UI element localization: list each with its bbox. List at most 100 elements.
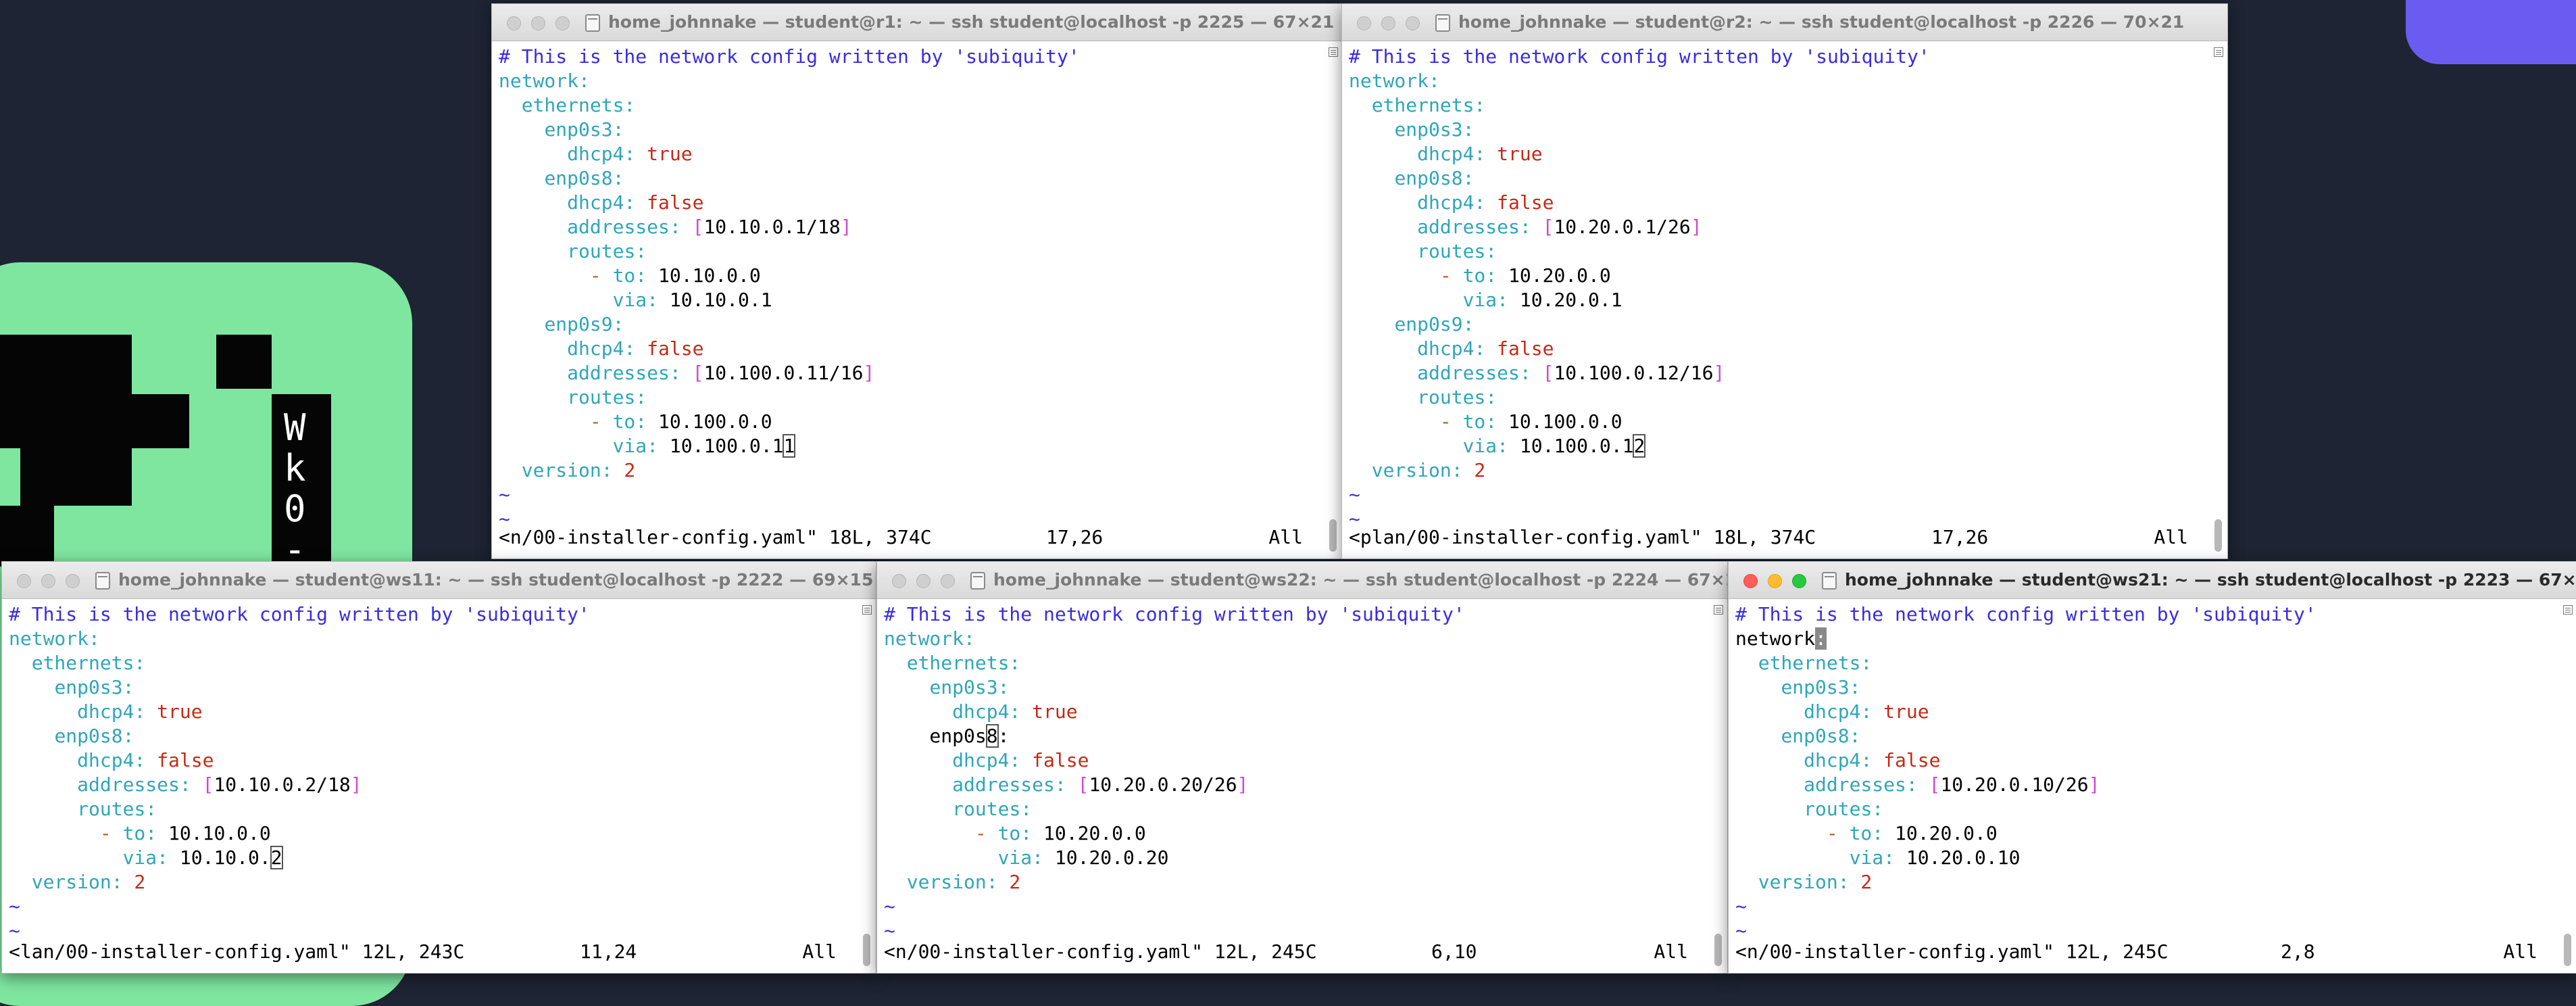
terminal-window-ws22[interactable]: home_johnnake — student@ws22: ~ — ssh st… xyxy=(876,561,1728,974)
title-bar[interactable]: home_johnnake — student@ws21: ~ — ssh st… xyxy=(1729,562,2576,599)
buffer-line: enp0s8: xyxy=(1394,167,1475,189)
terminal-window-ws11[interactable]: home_johnnake — student@ws11: ~ — ssh st… xyxy=(1,561,876,974)
status-scroll-all: All xyxy=(2154,526,2188,548)
buffer-line: enp0s3: xyxy=(1781,676,1861,698)
buffer-line: dhcp4: false xyxy=(1804,749,1941,771)
close-button[interactable] xyxy=(507,16,521,30)
terminal-window-ws21[interactable]: home_johnnake — student@ws21: ~ — ssh st… xyxy=(1728,561,2576,974)
terminal-window-r1[interactable]: home_johnnake — student@r1: ~ — ssh stud… xyxy=(491,3,1343,559)
terminal-document-icon xyxy=(1435,14,1450,32)
close-button[interactable] xyxy=(1743,574,1758,588)
buffer-line: addresses: [10.100.0.12/16] xyxy=(1417,362,1725,384)
scrollbar[interactable] xyxy=(2562,602,2574,970)
split-pane-icon[interactable] xyxy=(1329,47,1338,57)
title-bar[interactable]: home_johnnake — student@r1: ~ — ssh stud… xyxy=(492,4,1342,41)
title-bar[interactable]: home_johnnake — student@ws11: ~ — ssh st… xyxy=(2,562,876,599)
buffer-line: dhcp4: false xyxy=(1417,191,1554,214)
buffer-line: - to: 10.20.0.0 xyxy=(1439,264,1611,287)
buffer-line: ethernets: xyxy=(1371,94,1486,116)
vim-buffer[interactable]: # This is the network config written by … xyxy=(884,602,1707,943)
status-filename: <n/00-installer-config.yaml" 12L, 245C xyxy=(1735,940,2169,963)
scrollbar[interactable] xyxy=(2212,45,2225,556)
window-title: home_johnnake — student@ws21: ~ — ssh st… xyxy=(1845,570,2576,590)
buffer-line: - to: 10.10.0.0 xyxy=(589,264,761,287)
terminal-document-icon xyxy=(970,572,985,590)
buffer-line: ~ xyxy=(9,895,20,917)
buffer-line: version: 2 xyxy=(906,871,1021,893)
buffer-line: version: 2 xyxy=(1371,459,1486,481)
buffer-line: enp0s8: xyxy=(544,167,624,189)
buffer-line: # This is the network config written by … xyxy=(1735,603,2317,625)
buffer-line: addresses: [10.20.0.1/26] xyxy=(1417,216,1702,238)
buffer-line: dhcp4: true xyxy=(1417,143,1543,165)
buffer-line: dhcp4: false xyxy=(77,749,214,771)
terminal-document-icon xyxy=(1822,572,1837,590)
scrollbar-thumb[interactable] xyxy=(2564,934,2571,966)
vim-buffer[interactable]: # This is the network config written by … xyxy=(1735,602,2556,943)
minimize-button[interactable] xyxy=(1768,574,1782,588)
status-filename: <n/00-installer-config.yaml" 12L, 245C xyxy=(884,940,1317,963)
wallpaper-logo-text: Wk0- xyxy=(284,406,306,571)
buffer-line: # This is the network config written by … xyxy=(499,45,1080,68)
zoom-button[interactable] xyxy=(66,574,80,588)
split-pane-icon[interactable] xyxy=(2214,47,2223,57)
terminal-document-icon xyxy=(95,572,110,590)
vim-status-line: <n/00-installer-config.yaml" 12L, 245C 2,… xyxy=(1735,940,2556,965)
status-filename: <n/00-installer-config.yaml" 18L, 374C xyxy=(499,526,932,548)
split-pane-icon[interactable] xyxy=(1714,605,1723,615)
minimize-button[interactable] xyxy=(531,16,545,30)
buffer-line: dhcp4: false xyxy=(952,749,1089,771)
vim-buffer[interactable]: # This is the network config written by … xyxy=(499,45,1322,531)
wallpaper-logo-block xyxy=(216,335,272,389)
minimize-button[interactable] xyxy=(916,574,931,588)
zoom-button[interactable] xyxy=(941,574,955,588)
vim-status-line: <n/00-installer-config.yaml" 12L, 245C 6,… xyxy=(884,940,1707,965)
scrollbar[interactable] xyxy=(1327,45,1339,556)
zoom-button[interactable] xyxy=(1406,16,1420,30)
buffer-line: via: 10.10.0.2 xyxy=(122,846,283,869)
zoom-button[interactable] xyxy=(555,16,570,30)
buffer-line: routes: xyxy=(77,798,157,820)
buffer-line: addresses: [10.10.0.2/18] xyxy=(77,773,362,796)
minimize-button[interactable] xyxy=(1381,16,1395,30)
scrollbar-thumb[interactable] xyxy=(863,934,870,966)
buffer-line: ~ xyxy=(884,895,895,917)
buffer-line: dhcp4: false xyxy=(567,191,704,214)
scrollbar-thumb[interactable] xyxy=(1714,934,1722,966)
scrollbar-thumb[interactable] xyxy=(2214,519,2222,552)
close-button[interactable] xyxy=(17,574,31,588)
buffer-line: enp0s8: xyxy=(54,725,134,747)
status-filename: <lan/00-installer-config.yaml" 12L, 243C xyxy=(9,940,465,963)
buffer-line: routes: xyxy=(567,240,647,262)
buffer-line: via: 10.20.0.20 xyxy=(997,846,1169,869)
buffer-line: version: 2 xyxy=(521,459,636,481)
buffer-line: dhcp4: true xyxy=(1804,700,1929,723)
vim-buffer[interactable]: # This is the network config written by … xyxy=(9,602,856,943)
scrollbar[interactable] xyxy=(861,602,873,970)
window-title: home_johnnake — student@ws22: ~ — ssh st… xyxy=(993,570,1728,590)
terminal-window-r2[interactable]: home_johnnake — student@r2: ~ — ssh stud… xyxy=(1341,3,2228,559)
buffer-line: addresses: [10.100.0.11/16] xyxy=(567,362,875,384)
buffer-line: network: xyxy=(9,627,100,650)
minimize-button[interactable] xyxy=(41,574,55,588)
buffer-line: enp0s9: xyxy=(544,313,624,335)
title-bar[interactable]: home_johnnake — student@ws22: ~ — ssh st… xyxy=(877,562,1727,599)
vim-status-line: <lan/00-installer-config.yaml" 12L, 243C… xyxy=(9,940,856,965)
buffer-line: ~ xyxy=(884,919,895,942)
close-button[interactable] xyxy=(892,574,906,588)
split-pane-icon[interactable] xyxy=(862,605,872,615)
status-scroll-all: All xyxy=(1268,526,1303,548)
title-bar[interactable]: home_johnnake — student@r2: ~ — ssh stud… xyxy=(1342,4,2227,41)
wallpaper-logo-block: Wk0- xyxy=(272,394,331,571)
buffer-line: enp0s3: xyxy=(54,676,134,698)
vim-buffer[interactable]: # This is the network config written by … xyxy=(1349,45,2207,531)
status-scroll-all: All xyxy=(802,940,837,963)
buffer-line: addresses: [10.20.0.10/26] xyxy=(1804,773,2100,796)
buffer-line: addresses: [10.20.0.20/26] xyxy=(952,773,1249,796)
split-pane-icon[interactable] xyxy=(2563,605,2573,615)
buffer-line: # This is the network config written by … xyxy=(9,603,590,625)
scrollbar[interactable] xyxy=(1712,602,1725,970)
zoom-button[interactable] xyxy=(1792,574,1806,588)
scrollbar-thumb[interactable] xyxy=(1329,519,1337,552)
close-button[interactable] xyxy=(1357,16,1371,30)
